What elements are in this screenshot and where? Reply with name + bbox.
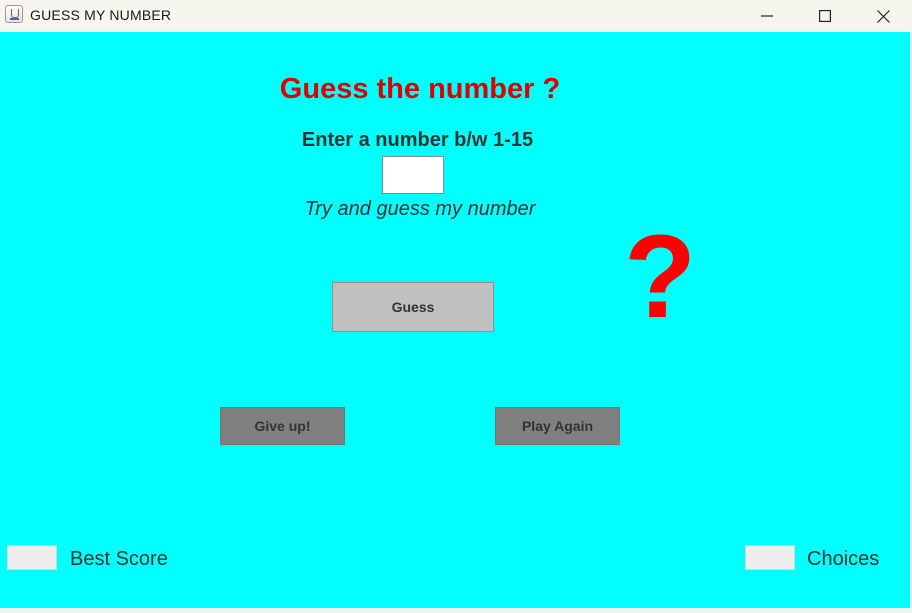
best-score-label: Best Score — [70, 548, 168, 570]
minimize-icon — [761, 15, 773, 17]
choices-field — [745, 545, 795, 570]
maximize-icon — [819, 10, 831, 22]
close-button[interactable] — [854, 0, 912, 32]
choices-label: Choices — [807, 548, 880, 570]
hint-text: Try and guess my number — [304, 198, 536, 220]
play-again-button[interactable]: Play Again — [495, 407, 620, 445]
guess-button[interactable]: Guess — [332, 282, 494, 332]
game-panel: Guess the number ? Enter a number b/w 1-… — [0, 32, 910, 608]
java-cup-icon[interactable] — [5, 5, 23, 23]
window-border-bottom — [0, 608, 912, 613]
number-prompt: Enter a number b/w 1-15 — [301, 129, 534, 151]
give-up-button[interactable]: Give up! — [220, 407, 345, 445]
minimize-button[interactable] — [738, 0, 796, 32]
app-window: GUESS MY NUMBER Guess the number ? Enter… — [0, 0, 912, 613]
close-icon — [876, 9, 890, 23]
best-score-field — [7, 545, 57, 570]
window-title: GUESS MY NUMBER — [30, 7, 172, 23]
game-heading: Guess the number ? — [279, 73, 561, 105]
guess-input[interactable] — [382, 156, 444, 194]
title-bar[interactable]: GUESS MY NUMBER — [0, 0, 912, 32]
maximize-button[interactable] — [796, 0, 854, 32]
question-mark-graphic: ? — [623, 211, 697, 343]
